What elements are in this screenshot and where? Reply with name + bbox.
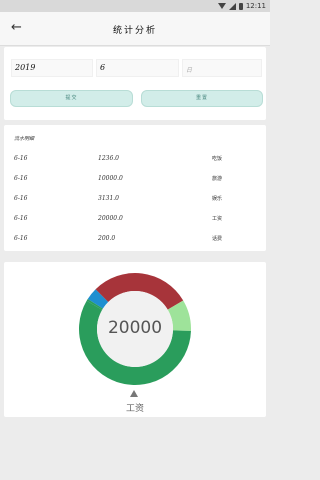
list-item[interactable]: 6-16 3131.0 娱乐 [4, 195, 266, 207]
filter-card: 2019 6 日 提交 重置 [4, 47, 266, 120]
row-amount: 20000.0 [98, 215, 123, 222]
row-date: 6-16 [14, 235, 28, 242]
wifi-icon [217, 3, 226, 9]
submit-button[interactable]: 提交 [10, 90, 133, 107]
pointer-label: 工资 [125, 404, 144, 414]
status-bar: 12:11 [0, 0, 270, 12]
row-category: 吃饭 [212, 156, 223, 162]
row-amount: 1236.0 [98, 155, 119, 162]
row-category: 话费 [212, 236, 223, 242]
row-category: 旅游 [212, 176, 223, 182]
row-date: 6-16 [14, 155, 28, 162]
row-category: 工资 [212, 216, 223, 222]
reset-button[interactable]: 重置 [141, 90, 263, 107]
day-input[interactable]: 日 [182, 59, 262, 77]
row-amount: 10000.0 [98, 175, 123, 182]
list-item[interactable]: 6-16 10000.0 旅游 [4, 175, 266, 187]
page-title: 统计分析 [112, 26, 157, 36]
month-input[interactable]: 6 [96, 59, 179, 77]
detail-card: 流水明细 6-16 1236.0 吃饭 6-16 10000.0 旅游 6-16… [4, 125, 266, 251]
list-item[interactable]: 6-16 1236.0 吃饭 [4, 155, 266, 167]
row-category: 娱乐 [212, 196, 223, 202]
row-date: 6-16 [14, 215, 28, 222]
pointer-triangle-icon [130, 390, 138, 397]
detail-heading: 流水明细 [14, 136, 35, 142]
signal-icon [228, 2, 236, 10]
row-date: 6-16 [14, 175, 28, 182]
row-amount: 200.0 [98, 235, 116, 242]
battery-icon [238, 2, 243, 10]
list-item[interactable]: 6-16 20000.0 工资 [4, 215, 266, 227]
status-time: 12:11 [245, 2, 266, 10]
chart-card: 20000 工资 [4, 262, 266, 417]
row-date: 6-16 [14, 195, 28, 202]
chart-center-value: 20000 [107, 318, 163, 338]
app-bar: ← 统计分析 [0, 12, 270, 46]
list-item[interactable]: 6-16 200.0 话费 [4, 235, 266, 247]
row-amount: 3131.0 [98, 195, 119, 202]
year-input[interactable]: 2019 [11, 59, 93, 77]
